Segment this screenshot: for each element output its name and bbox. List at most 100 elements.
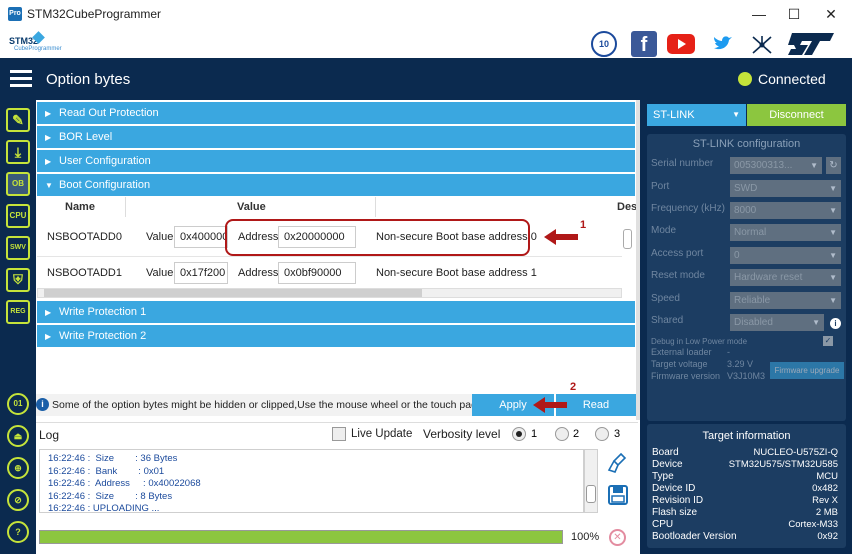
- anniversary-badge-icon[interactable]: 10: [591, 31, 617, 57]
- help-icon[interactable]: ?: [7, 521, 29, 543]
- col-divider: [375, 197, 376, 217]
- section-label: Write Protection 1: [59, 306, 147, 318]
- disconnect-button[interactable]: Disconnect: [747, 104, 846, 126]
- shared-select[interactable]: Disabled ▼: [730, 314, 824, 331]
- swv-icon[interactable]: SWV: [6, 236, 30, 260]
- info-message: Some of the option bytes might be hidden…: [36, 394, 476, 416]
- verbosity-radio-3[interactable]: [595, 427, 609, 441]
- firmware-upgrade-button[interactable]: Firmware upgrade: [770, 362, 844, 379]
- target-info-title: Target information: [702, 430, 791, 442]
- close-button[interactable]: ✕: [822, 5, 840, 23]
- row-name: NSBOOTADD1: [47, 267, 122, 279]
- plus-circle-icon[interactable]: ⊕: [7, 457, 29, 479]
- read-button[interactable]: Read: [556, 394, 636, 416]
- log-line: 16:22:46 : Address : 0x40022068: [48, 478, 201, 489]
- section-read-out-protection[interactable]: ▶ Read Out Protection: [37, 102, 635, 124]
- section-write-protection-1[interactable]: ▶ Write Protection 1: [37, 301, 635, 323]
- scrollbar-thumb[interactable]: [44, 289, 422, 297]
- target-icon[interactable]: ⊘: [7, 489, 29, 511]
- interface-dropdown[interactable]: ST-LINK ▼: [647, 104, 746, 126]
- red-arrow-icon: [533, 397, 567, 413]
- target-voltage-label: Target voltage: [651, 359, 708, 369]
- chevron-down-icon: ▼: [810, 161, 818, 170]
- target-voltage-value: 3.29 V: [727, 359, 754, 369]
- table-header: Name Value Des: [37, 197, 637, 217]
- clear-log-icon[interactable]: [607, 452, 629, 474]
- log-output[interactable]: 16:22:46 : Size : 36 Bytes 16:22:46 : Ban…: [39, 449, 584, 513]
- interface-value: ST-LINK: [653, 109, 695, 121]
- port-select[interactable]: SWD ▼: [730, 180, 841, 197]
- external-loader-value: -: [727, 347, 730, 357]
- config-value: 005300313...: [734, 160, 793, 171]
- ob-icon[interactable]: OB: [6, 172, 30, 196]
- twitter-icon[interactable]: [712, 34, 734, 54]
- config-label: Port: [651, 181, 670, 192]
- maximize-button[interactable]: ☐: [785, 5, 803, 23]
- shield-icon[interactable]: ⛨: [6, 268, 30, 292]
- eject-icon[interactable]: ⏏: [7, 425, 29, 447]
- section-boot-configuration[interactable]: ▼ Boot Configuration: [37, 174, 635, 196]
- verbosity-radio-1[interactable]: [512, 427, 526, 441]
- access-port-select[interactable]: 0 ▼: [730, 247, 841, 264]
- red-arrow-icon: [544, 229, 578, 245]
- value-label: Value: [146, 231, 174, 243]
- config-value: SWD: [734, 183, 758, 194]
- frequency-select[interactable]: 8000 ▼: [730, 202, 841, 219]
- col-divider: [125, 197, 126, 217]
- section-label: Boot Configuration: [59, 179, 151, 191]
- target-label: Type: [652, 471, 674, 482]
- minimize-button[interactable]: —: [750, 5, 768, 23]
- debug-low-power-label: Debug in Low Power mode: [651, 337, 748, 346]
- reg-icon[interactable]: REG: [6, 300, 30, 324]
- verbosity-radio-2[interactable]: [555, 427, 569, 441]
- serial-number-select[interactable]: 005300313... ▼: [730, 157, 822, 174]
- chevron-down-icon: ▼: [829, 273, 837, 282]
- target-label: Revision ID: [652, 495, 704, 506]
- binary-icon[interactable]: 01: [7, 393, 29, 415]
- section-user-configuration[interactable]: ▶ User Configuration: [37, 150, 635, 172]
- chevron-down-icon: ▼: [732, 110, 740, 119]
- chevron-down-icon: ▼: [812, 318, 820, 327]
- st-logo-icon[interactable]: [786, 31, 836, 57]
- config-label: Reset mode: [651, 270, 705, 281]
- mode-select[interactable]: Normal ▼: [730, 224, 841, 241]
- info-icon[interactable]: i: [830, 318, 841, 329]
- address-field[interactable]: 0x0bf90000: [278, 262, 356, 284]
- chevron-right-icon: ▶: [45, 157, 52, 166]
- col-value: Value: [237, 201, 266, 213]
- col-name: Name: [65, 201, 95, 213]
- chevron-down-icon: ▼: [829, 296, 837, 305]
- live-update-label: Live Update: [351, 428, 413, 440]
- config-value: Hardware reset: [734, 272, 803, 283]
- left-nav: [0, 100, 36, 554]
- app-icon: Pro: [8, 7, 22, 21]
- refresh-icon[interactable]: ↻: [826, 157, 841, 174]
- section-bor-level[interactable]: ▶ BOR Level: [37, 126, 635, 148]
- edit-icon[interactable]: ✎: [6, 108, 30, 132]
- reset-mode-select[interactable]: Hardware reset ▼: [730, 269, 841, 286]
- window-title: STM32CubeProgrammer: [27, 7, 162, 21]
- debug-low-power-checkbox[interactable]: ✓: [823, 336, 833, 346]
- youtube-icon[interactable]: [667, 34, 695, 54]
- menu-icon[interactable]: [10, 70, 32, 87]
- firmware-version-label: Firmware version: [651, 371, 721, 381]
- cancel-icon[interactable]: ✕: [609, 529, 626, 546]
- facebook-icon[interactable]: f: [631, 31, 657, 57]
- value-field[interactable]: 0x17f200: [174, 262, 228, 284]
- save-log-icon[interactable]: [607, 484, 629, 506]
- log-line: 16:22:46 : Size : 36 Bytes: [48, 453, 178, 464]
- firmware-version-value: V3J10M3: [727, 371, 766, 381]
- verbosity-level-label: 2: [573, 428, 580, 440]
- live-update-checkbox[interactable]: [332, 427, 346, 441]
- log-scrollbar[interactable]: [584, 449, 598, 513]
- cpu-icon[interactable]: CPU: [6, 204, 30, 228]
- config-value: Reliable: [734, 295, 771, 306]
- value-field[interactable]: 0x400000: [174, 226, 228, 248]
- target-value: 2 MB: [815, 507, 838, 518]
- section-write-protection-2[interactable]: ▶ Write Protection 2: [37, 325, 635, 347]
- network-icon[interactable]: [750, 33, 774, 57]
- log-scrollbar-thumb[interactable]: [586, 485, 596, 503]
- row-scrollbar-thumb[interactable]: [623, 229, 632, 249]
- speed-select[interactable]: Reliable ▼: [730, 292, 841, 309]
- download-icon[interactable]: ⤓: [6, 140, 30, 164]
